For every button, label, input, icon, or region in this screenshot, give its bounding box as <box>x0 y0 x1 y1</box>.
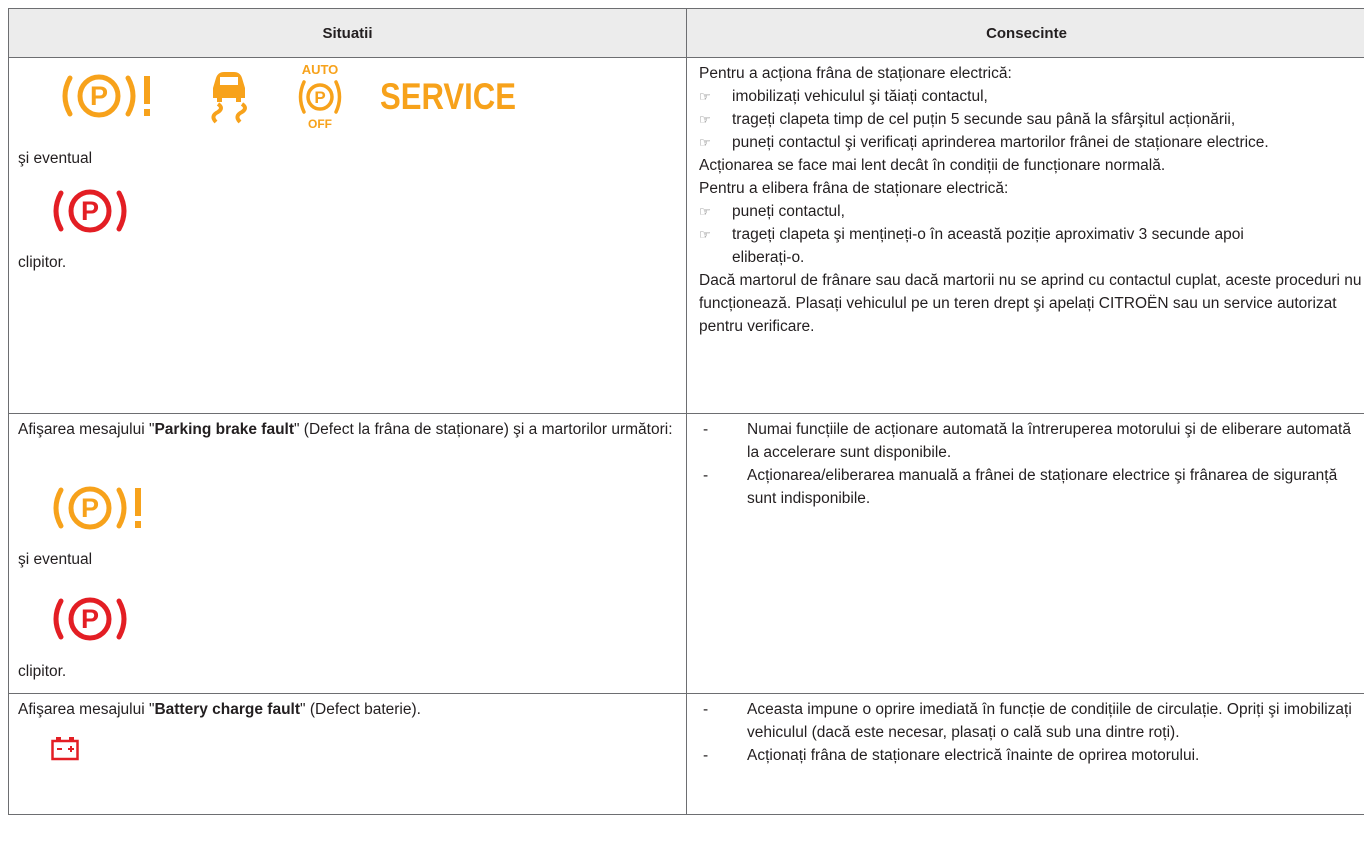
table-row: P AUTO P OFF SERVICE şi eventual P clipi… <box>8 57 1364 414</box>
consequence-cell: - Aceasta impune o oprire imediată în fun… <box>686 693 1364 815</box>
pointing-hand-icon: ☞ <box>699 204 711 219</box>
parking-fault-description: Afişarea mesajului "Parking brake fault"… <box>18 421 673 438</box>
list-item: ☞ puneți contactul, <box>699 200 1362 223</box>
release-intro: Pentru a elibera frâna de staționare ele… <box>699 180 1009 197</box>
warning-icons-row: P AUTO P OFF SERVICE <box>18 62 677 134</box>
column-header-consequences: Consecinte <box>686 8 1364 58</box>
parking-brake-warning-icon: P <box>53 486 141 530</box>
consequence-cell: Pentru a acționa frâna de staționare ele… <box>686 57 1364 414</box>
parking-fault-message: Parking brake fault <box>154 421 294 438</box>
parking-brake-red-icon: P <box>53 597 127 641</box>
situation-cell: Afişarea mesajului "Parking brake fault"… <box>8 413 687 694</box>
apply-steps: ☞ imobilizați vehiculul şi tăiați contact… <box>699 85 1362 154</box>
release-steps: ☞ puneți contactul, ☞ trageți clapeta şi m… <box>699 200 1362 269</box>
svg-text:OFF: OFF <box>308 117 332 131</box>
svg-text:P: P <box>81 493 99 523</box>
pointing-hand-icon: ☞ <box>699 89 711 104</box>
list-item: ☞ trageți clapeta şi mențineți-o în aceas… <box>699 223 1362 269</box>
parking-brake-warning-icon: P <box>62 74 150 118</box>
svg-text:P: P <box>314 88 325 107</box>
situation-cell: Afişarea mesajului "Battery charge fault… <box>8 693 687 815</box>
svg-text:P: P <box>81 196 99 226</box>
parking-brake-red-icon: P <box>53 189 127 233</box>
final-note: Dacă martorul de frânare sau dacă martor… <box>699 272 1362 335</box>
service-icon: SERVICE <box>380 76 516 116</box>
pointing-hand-icon: ☞ <box>699 227 711 242</box>
battery-fault-description: Afişarea mesajului "Battery charge fault… <box>18 701 421 718</box>
esp-skid-icon <box>211 72 247 124</box>
slower-note: Acționarea se face mai lent decât în con… <box>699 157 1166 174</box>
situation-cell: P AUTO P OFF SERVICE şi eventual P clipi… <box>8 57 687 414</box>
pointing-hand-icon: ☞ <box>699 135 711 150</box>
svg-text:SERVICE: SERVICE <box>380 76 516 116</box>
column-header-situations: Situatii <box>8 8 687 58</box>
eventual-text: şi eventual <box>18 150 93 167</box>
table-row: Afişarea mesajului "Parking brake fault"… <box>8 413 1364 694</box>
apply-intro: Pentru a acționa frâna de staționare ele… <box>699 65 1012 82</box>
eventual-text: şi eventual <box>18 551 93 568</box>
consequence-cell: - Numai funcțiile de acționare automată l… <box>686 413 1364 694</box>
list-item: - Acționarea/eliberarea manuală a frânei … <box>703 467 1338 507</box>
situations-table: Situatii Consecinte P AUTO P OFF SERVICE… <box>8 8 1364 815</box>
svg-text:P: P <box>81 604 99 634</box>
list-item: - Aceasta impune o oprire imediată în fun… <box>703 701 1352 741</box>
list-item: ☞ trageți clapeta timp de cel puțin 5 sec… <box>699 108 1362 131</box>
table-header-row: Situatii Consecinte <box>8 8 1364 58</box>
svg-text:P: P <box>90 81 108 111</box>
list-item: - Numai funcțiile de acționare automată l… <box>703 421 1351 461</box>
battery-icon <box>51 737 79 761</box>
list-item: ☞ imobilizați vehiculul şi tăiați contact… <box>699 85 1362 108</box>
svg-text:AUTO: AUTO <box>302 62 339 77</box>
blinking-text: clipitor. <box>18 663 67 680</box>
table-row: Afişarea mesajului "Battery charge fault… <box>8 693 1364 815</box>
consequence-list: - Aceasta impune o oprire imediată în fun… <box>699 698 1362 767</box>
consequence-list: - Numai funcțiile de acționare automată l… <box>699 418 1362 510</box>
list-item: ☞ puneți contactul şi verificați aprinder… <box>699 131 1362 154</box>
list-item: - Acționați frâna de staționare electrică… <box>703 747 1200 764</box>
battery-fault-message: Battery charge fault <box>154 701 301 718</box>
auto-p-off-icon: AUTO P OFF <box>298 62 342 131</box>
blinking-text: clipitor. <box>18 254 67 271</box>
pointing-hand-icon: ☞ <box>699 112 711 127</box>
